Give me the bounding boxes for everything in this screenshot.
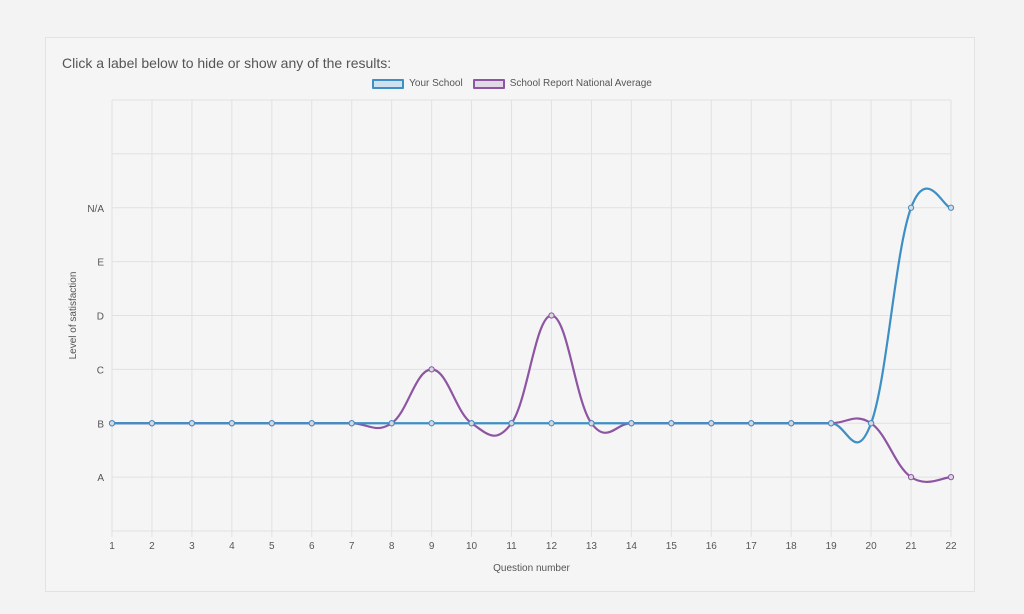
data-point: [468, 420, 475, 427]
x-tick-label: 5: [269, 541, 275, 552]
data-point: [308, 420, 315, 427]
data-point: [428, 420, 435, 427]
x-tick-label: 14: [626, 541, 638, 552]
x-tick-label: 18: [786, 541, 798, 552]
data-point: [228, 420, 235, 427]
x-tick-label: 8: [389, 541, 395, 552]
x-tick-label: 6: [309, 541, 315, 552]
x-tick-label: 3: [189, 541, 195, 552]
data-point: [348, 420, 355, 427]
data-point: [947, 474, 955, 481]
series-line-national-average: [111, 314, 952, 483]
y-tick-label: E: [97, 258, 104, 269]
data-point: [548, 312, 555, 319]
x-tick-label: 21: [905, 541, 917, 552]
x-tick-label: 9: [429, 541, 435, 552]
y-tick-label: B: [97, 419, 104, 430]
data-point: [748, 420, 755, 427]
data-point: [907, 204, 915, 211]
x-tick-label: 1: [109, 541, 115, 552]
data-point: [108, 420, 116, 427]
x-tick-label: 10: [466, 541, 478, 552]
x-tick-label: 15: [666, 541, 678, 552]
data-point: [947, 204, 955, 211]
data-point: [628, 420, 635, 427]
x-tick-label: 20: [866, 541, 878, 552]
data-point: [788, 420, 795, 427]
x-axis-title: Question number: [493, 563, 570, 574]
y-tick-label: D: [97, 312, 104, 323]
data-point: [268, 420, 275, 427]
data-point: [588, 420, 595, 427]
data-point: [548, 420, 555, 427]
y-tick-label: N/A: [87, 204, 104, 215]
x-tick-label: 13: [586, 541, 598, 552]
x-tick-label: 2: [149, 541, 155, 552]
data-point: [867, 420, 875, 427]
y-tick-label: A: [97, 473, 104, 484]
data-point: [668, 420, 675, 427]
x-tick-label: 4: [229, 541, 235, 552]
data-point: [428, 366, 435, 373]
data-point: [907, 474, 915, 481]
data-point: [508, 420, 515, 427]
data-point: [708, 420, 715, 427]
x-tick-label: 11: [506, 541, 517, 552]
data-point: [388, 420, 395, 427]
x-tick-label: 7: [349, 541, 355, 552]
x-tick-label: 16: [706, 541, 718, 552]
data-point: [828, 420, 835, 427]
x-tick-label: 12: [546, 541, 558, 552]
y-tick-label: C: [97, 365, 104, 376]
x-tick-label: 17: [746, 541, 758, 552]
y-axis-title: Level of satisfaction: [68, 272, 79, 360]
x-tick-label: 19: [826, 541, 838, 552]
line-chart: 1 2 3 4 5 6 7 8 9 10 11 12 13 14 15 16 17 18 19 20 21 22ABCDE…: [68, 99, 957, 574]
x-tick-label: 22: [945, 541, 957, 552]
data-point: [148, 420, 156, 427]
data-point: [188, 420, 196, 427]
